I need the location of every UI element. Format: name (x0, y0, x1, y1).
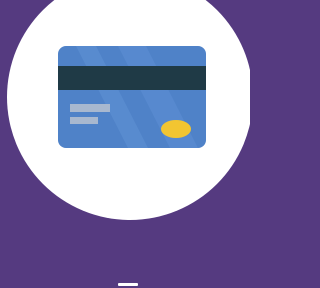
bottom-mark-bar (118, 283, 138, 286)
bottom-mark (112, 280, 142, 288)
card-chip (161, 120, 191, 138)
card-text-line-2 (70, 117, 98, 124)
card-text-line-1 (70, 104, 110, 112)
magnetic-strip (58, 66, 206, 90)
credit-card-icon (58, 46, 206, 148)
icon-frame (0, 0, 250, 288)
